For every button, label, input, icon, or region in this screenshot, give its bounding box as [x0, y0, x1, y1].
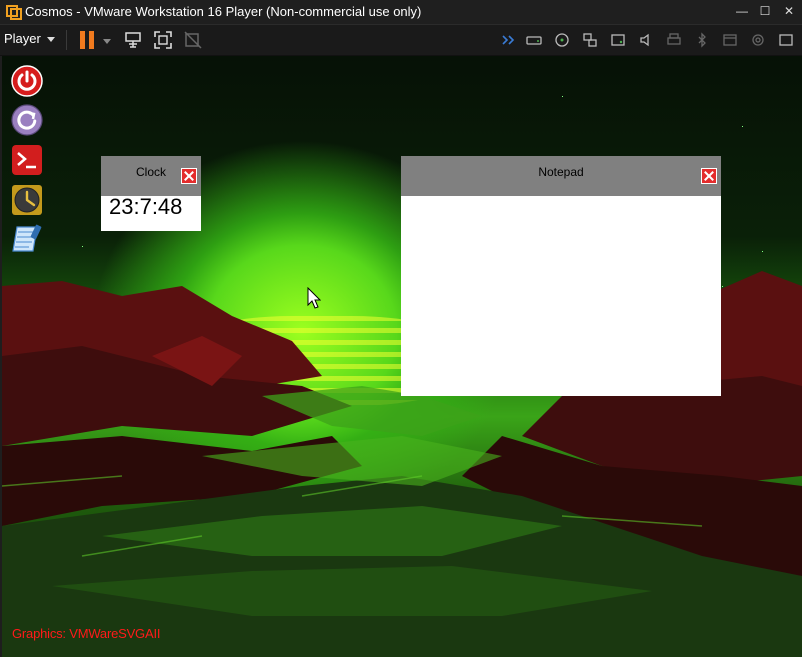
- window-title: Cosmos - VMware Workstation 16 Player (N…: [25, 4, 422, 19]
- sound-card-icon[interactable]: [638, 32, 654, 48]
- player-menu[interactable]: Player: [4, 31, 55, 46]
- player-menu-label: Player: [4, 31, 41, 46]
- notepad-window[interactable]: Notepad: [401, 156, 721, 396]
- power-icon[interactable]: [11, 65, 43, 97]
- mouse-cursor-icon: [307, 287, 321, 309]
- notepad-app-icon[interactable]: [11, 223, 43, 255]
- hard-disk-icon[interactable]: [526, 32, 542, 48]
- close-window-button[interactable]: ✕: [776, 0, 802, 24]
- maximize-button[interactable]: ☐: [752, 0, 778, 24]
- message-log-icon[interactable]: [778, 32, 794, 48]
- cd-dvd-icon[interactable]: [554, 32, 570, 48]
- fullscreen-icon[interactable]: [153, 30, 173, 50]
- restart-icon[interactable]: [11, 104, 43, 136]
- clock-window-title: Clock: [135, 165, 166, 179]
- printer-icon: [667, 33, 681, 45]
- usb-controller-icon[interactable]: [610, 32, 626, 48]
- clock-window[interactable]: Clock 23:7:48: [101, 156, 201, 231]
- notepad-close-icon[interactable]: [701, 168, 717, 184]
- notepad-text-area[interactable]: [401, 196, 721, 396]
- bluetooth-icon: [698, 32, 706, 48]
- pause-menu-chevron-icon[interactable]: [103, 39, 111, 44]
- vmware-app-icon: [6, 5, 22, 20]
- notepad-window-titlebar[interactable]: Notepad: [401, 156, 721, 196]
- clock-close-icon[interactable]: [181, 168, 197, 184]
- floppy-icon: [723, 34, 737, 46]
- vmware-toolbar: Player: [0, 25, 802, 56]
- guest-desktop[interactable]: Clock 23:7:48 Notepad Graphics: VMWareSV…: [2, 56, 802, 657]
- send-ctrl-alt-del-icon[interactable]: [123, 30, 143, 50]
- chevron-down-icon: [46, 37, 55, 43]
- vmware-title-bar: Cosmos - VMware Workstation 16 Player (N…: [0, 0, 802, 25]
- graphics-driver-label: Graphics: VMWareSVGAII: [12, 626, 161, 641]
- toolbar-divider: [66, 30, 67, 50]
- clock-app-icon[interactable]: [11, 184, 43, 216]
- unity-mode-icon: [184, 31, 202, 49]
- pause-icon[interactable]: [80, 31, 94, 49]
- camera-icon: [752, 34, 764, 46]
- notepad-window-title: Notepad: [538, 165, 584, 179]
- more-devices-icon[interactable]: [501, 32, 517, 48]
- clock-time: 23:7:48: [109, 194, 183, 219]
- terminal-icon[interactable]: [11, 144, 43, 176]
- network-adapter-icon[interactable]: [582, 32, 598, 48]
